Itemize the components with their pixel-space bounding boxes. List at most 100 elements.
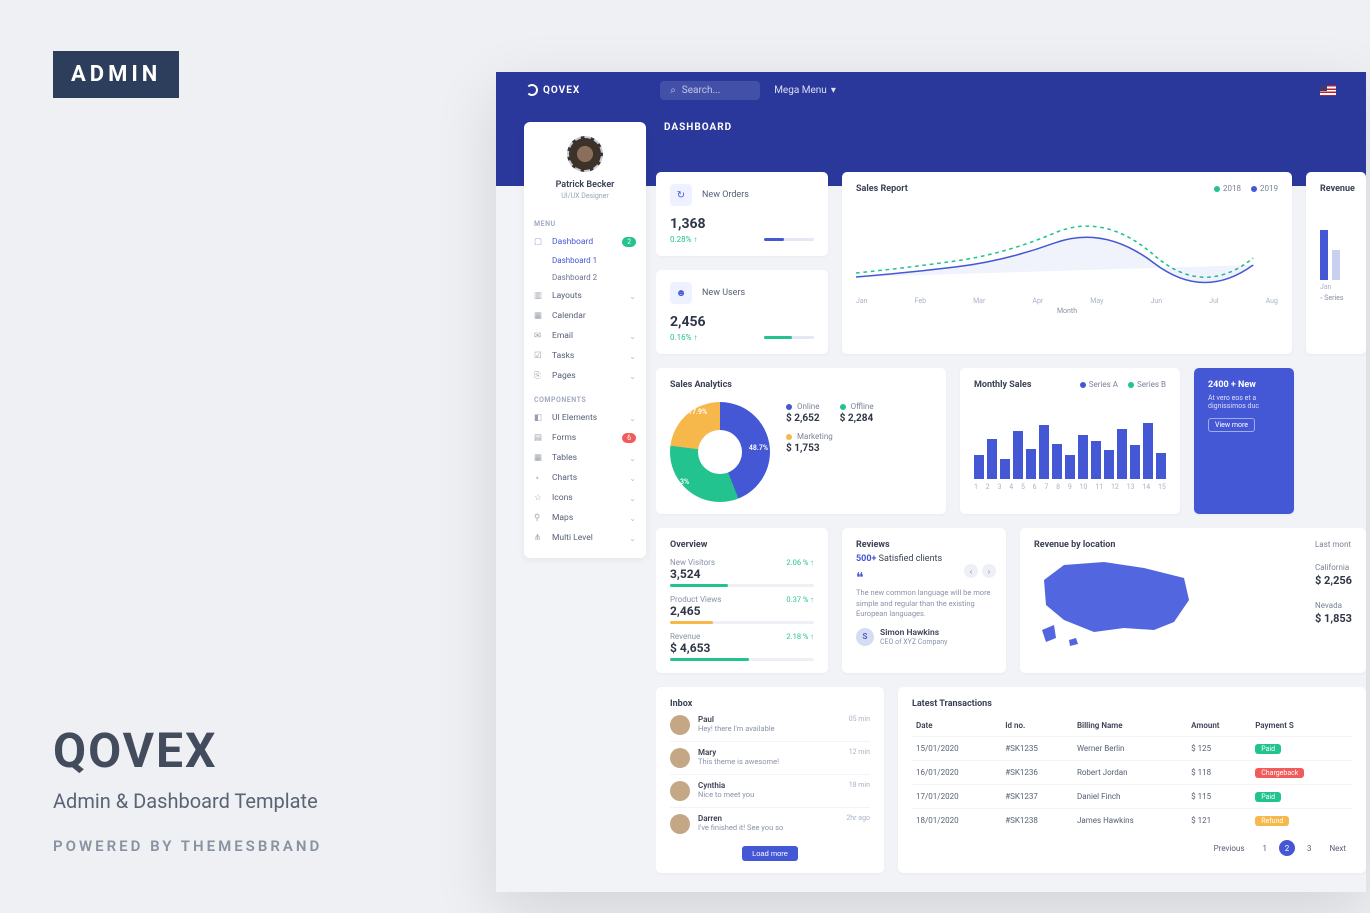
- stat-value: 1,368: [670, 216, 814, 232]
- sidebar-item-ui[interactable]: ◧UI Elements⌄: [524, 408, 646, 428]
- line-chart: [856, 203, 1278, 293]
- chevron-down-icon: ⌄: [629, 292, 636, 301]
- search-input[interactable]: ⌕ Search...: [660, 81, 760, 100]
- chevron-down-icon: ⌄: [629, 474, 636, 483]
- sidebar-item-icons[interactable]: ☆Icons⌄: [524, 488, 646, 508]
- chevron-down-icon: ⌄: [629, 332, 636, 341]
- badge: 2: [622, 237, 636, 247]
- menu-section-header: MENU: [524, 210, 646, 232]
- main-content: ↻New Orders 1,368 0.28% ↑ ☻New Users 2,4…: [656, 168, 1366, 892]
- sidebar-item-email[interactable]: ✉Email⌄: [524, 326, 646, 346]
- search-placeholder: Search...: [682, 85, 721, 96]
- orders-icon: ↻: [670, 184, 692, 206]
- tasks-icon: ☑: [534, 351, 544, 361]
- avatar: [670, 748, 690, 768]
- mail-icon: ✉: [534, 331, 544, 341]
- app-logo[interactable]: QOVEX: [526, 84, 580, 96]
- sidebar-item-pages[interactable]: ⎘Pages⌄: [524, 366, 646, 386]
- load-more-button[interactable]: Load more: [742, 846, 798, 861]
- sales-analytics-card: Sales Analytics 17.9% 48.7% 33.3% Online…: [656, 368, 946, 514]
- inbox-item[interactable]: MaryThis theme is awesome!12 min: [670, 742, 870, 775]
- cta-card: 2400 + New At vero eos et a dignissimos …: [1194, 368, 1294, 514]
- chevron-down-icon: ▾: [831, 85, 836, 96]
- chevron-down-icon: ⌄: [629, 414, 636, 423]
- page-3[interactable]: 3: [1301, 842, 1318, 855]
- next-button[interactable]: ›: [982, 564, 996, 578]
- icons-icon: ☆: [534, 493, 544, 503]
- table-row[interactable]: 17/01/2020#SK1237Daniel Finch$ 115Paid: [912, 785, 1352, 809]
- sidebar-item-tables[interactable]: ▦Tables⌄: [524, 448, 646, 468]
- powered-by: POWERED BY THEMESBRAND: [53, 837, 322, 855]
- sidebar-item-calendar[interactable]: ▦Calendar: [524, 306, 646, 326]
- inbox-item[interactable]: PaulHey! there I'm available05 min: [670, 709, 870, 742]
- maps-icon: ⚲: [534, 513, 544, 523]
- sidebar-item-forms[interactable]: ▤Forms6: [524, 428, 646, 448]
- logo-icon: [526, 84, 538, 96]
- sidebar-item-layouts[interactable]: ▥Layouts⌄: [524, 286, 646, 306]
- chevron-down-icon: ⌄: [629, 372, 636, 381]
- monthly-sales-card: Monthly Sales Series ASeries B 123456789…: [960, 368, 1180, 514]
- users-icon: ☻: [670, 282, 692, 304]
- mega-menu-dropdown[interactable]: Mega Menu ▾: [774, 85, 836, 96]
- sidebar-item-tasks[interactable]: ☑Tasks⌄: [524, 346, 646, 366]
- author-avatar: S: [856, 628, 874, 646]
- page-2[interactable]: 2: [1279, 840, 1295, 856]
- revenue-card: Revenue Jan ◦ Series: [1306, 172, 1366, 354]
- revenue-location-card: Revenue by location Last mont California…: [1020, 528, 1366, 673]
- user-role: UI/UX Designer: [524, 192, 646, 200]
- reviews-card: Reviews 500+ Satisfied clients ‹› ❝ The …: [842, 528, 1006, 673]
- sparkline: [764, 238, 814, 241]
- inbox-item[interactable]: DarrenI've finished it! See you so2hr ag…: [670, 808, 870, 840]
- sales-report-card: Sales Report 20182019 JanFebMarAprMayJun…: [842, 172, 1292, 354]
- prev-button[interactable]: ‹: [964, 564, 978, 578]
- app-name: QOVEX: [543, 85, 580, 96]
- inbox-item[interactable]: CynthiaNice to meet you18 min: [670, 775, 870, 808]
- calendar-icon: ▦: [534, 311, 544, 321]
- app-screenshot: QOVEX ⌕ Search... Mega Menu ▾ DASHBOARD …: [496, 72, 1366, 892]
- badge: 6: [622, 433, 636, 443]
- donut-chart: 17.9% 48.7% 33.3%: [670, 402, 770, 502]
- table-row[interactable]: 15/01/2020#SK1235Werner Berlin$ 125Paid: [912, 737, 1352, 761]
- next-page[interactable]: Next: [1323, 842, 1352, 855]
- stat-new-users: ☻New Users 2,456 0.16% ↑: [656, 270, 828, 354]
- sidebar-item-dashboard[interactable]: ▢Dashboard2: [524, 232, 646, 252]
- transactions-table: DateId no.Billing NameAmountPayment S 15…: [912, 715, 1352, 832]
- forms-icon: ▤: [534, 433, 544, 443]
- sidebar: Patrick Becker UI/UX Designer MENU ▢Dash…: [524, 122, 646, 558]
- page-title: DASHBOARD: [664, 122, 732, 133]
- components-section-header: COMPONENTS: [524, 386, 646, 408]
- transactions-card: Latest Transactions DateId no.Billing Na…: [898, 687, 1366, 873]
- sidebar-item-maps[interactable]: ⚲Maps⌄: [524, 508, 646, 528]
- overview-card: Overview 2.06 % ↑New Visitors3,5240.37 %…: [656, 528, 828, 673]
- charts-icon: ◔: [534, 473, 544, 483]
- topbar: QOVEX ⌕ Search... Mega Menu ▾: [496, 72, 1366, 108]
- chevron-down-icon: ⌄: [629, 454, 636, 463]
- avatar: [670, 781, 690, 801]
- avatar[interactable]: [567, 136, 603, 172]
- layout-icon: ▥: [534, 291, 544, 301]
- user-name: Patrick Becker: [524, 180, 646, 190]
- admin-tag: ADMIN: [53, 51, 179, 98]
- tables-icon: ▦: [534, 453, 544, 463]
- chevron-down-icon: ⌄: [629, 352, 636, 361]
- chevron-down-icon: ⌄: [629, 514, 636, 523]
- sidebar-sub-dashboard-2[interactable]: Dashboard 2: [524, 269, 646, 286]
- footer: 2020 © Qovex.: [656, 887, 1366, 892]
- sidebar-item-multilevel[interactable]: ⋔Multi Level⌄: [524, 528, 646, 548]
- view-more-button[interactable]: View more: [1208, 418, 1255, 432]
- page-1[interactable]: 1: [1256, 842, 1273, 855]
- bar-chart: [974, 399, 1166, 479]
- table-row[interactable]: 16/01/2020#SK1236Robert Jordan$ 118Charg…: [912, 761, 1352, 785]
- sidebar-sub-dashboard-1[interactable]: Dashboard 1: [524, 252, 646, 269]
- avatar: [670, 814, 690, 834]
- brand-block: QOVEX Admin & Dashboard Template: [53, 722, 318, 813]
- table-row[interactable]: 18/01/2020#SK1238James Hawkins$ 121Refun…: [912, 809, 1352, 833]
- search-icon: ⌕: [670, 85, 676, 96]
- sidebar-item-charts[interactable]: ◔Charts⌄: [524, 468, 646, 488]
- prev-page[interactable]: Previous: [1208, 842, 1251, 855]
- stat-value: 2,456: [670, 314, 814, 330]
- chevron-down-icon: ⌄: [629, 534, 636, 543]
- inbox-card: Inbox PaulHey! there I'm available05 min…: [656, 687, 884, 873]
- flag-icon[interactable]: [1320, 85, 1336, 96]
- sparkline: [764, 336, 814, 339]
